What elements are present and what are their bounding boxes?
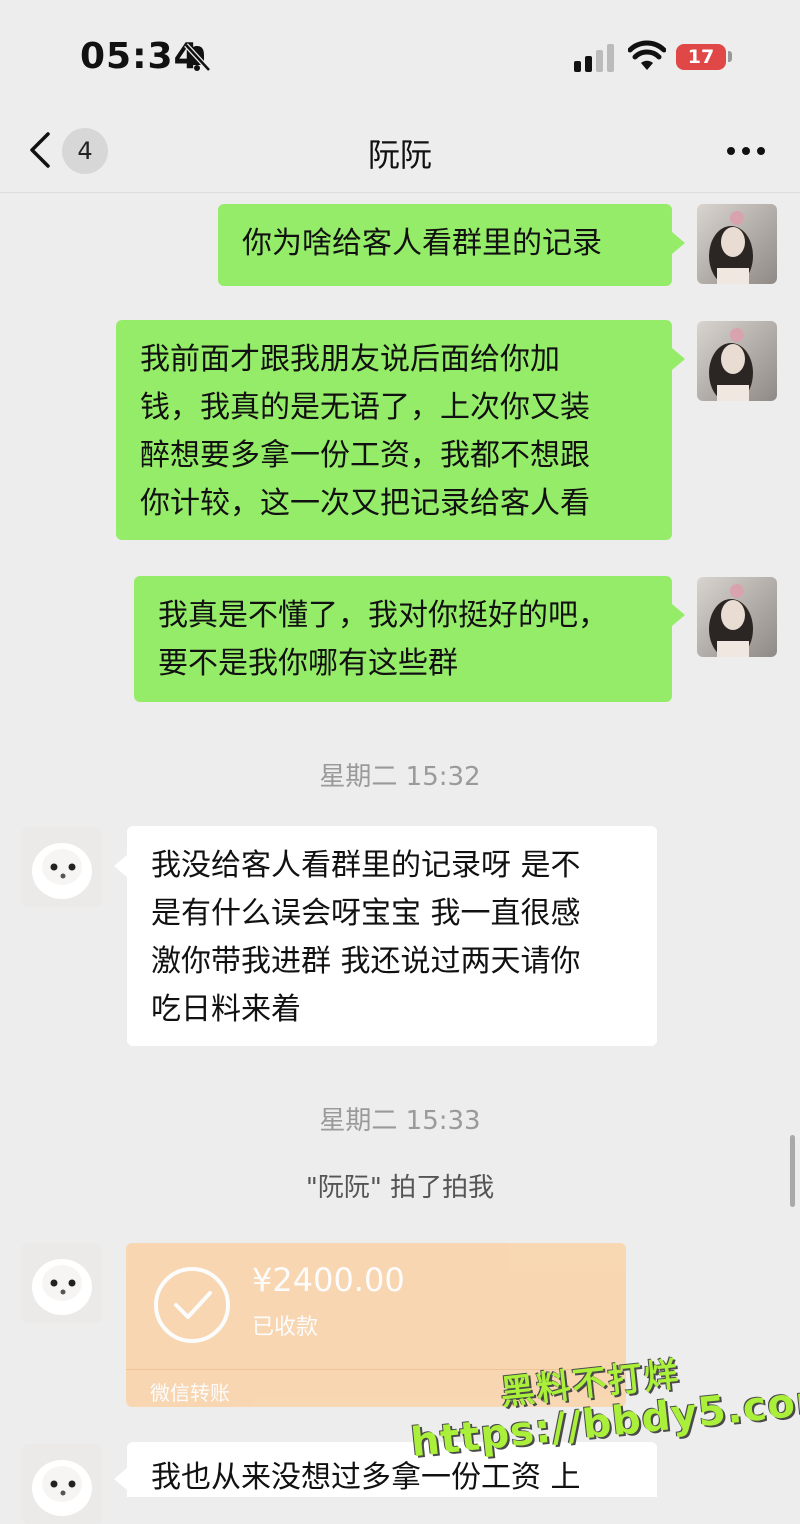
message-line: 我前面才跟我朋友说后面给你加 [140,342,560,377]
contact-avatar[interactable] [22,827,102,907]
transfer-status: 已收款 [252,1315,319,1340]
outgoing-bubble[interactable]: 我前面才跟我朋友说后面给你加 钱，我真的是无语了，上次你又装 醉想要多拿一份工资… [116,320,672,540]
message-line: 钱，我真的是无语了，上次你又装 [140,390,590,425]
incoming-bubble[interactable]: 我没给客人看群里的记录呀 是不 是有什么误会呀宝宝 我一直很感 激你带我进群 我… [127,826,657,1046]
bubble-tail [672,604,685,626]
message-line: 醉想要多拿一份工资，我都不想跟 [140,438,590,473]
timestamp: 星期二 15:33 [319,1106,481,1136]
my-avatar[interactable] [697,321,777,401]
message-line: 是有什么误会呀宝宝 我一直很感 [151,896,581,931]
message-line: 要不是我你哪有这些群 [158,646,458,681]
contact-avatar[interactable] [22,1243,102,1323]
signal-icon [574,44,614,72]
wifi-icon [628,40,666,70]
message-line: 我真是不懂了，我对你挺好的吧， [158,598,608,633]
message-line: 我也从来没想过多拿一份工资 上 [151,1460,581,1495]
my-avatar[interactable] [697,577,777,657]
bell-slash-icon [184,43,211,72]
transfer-footer: 微信转账 [150,1381,230,1405]
message-line: 吃日料来着 [151,992,301,1027]
timestamp: 星期二 15:32 [319,762,481,792]
outgoing-bubble[interactable]: 你为啥给客人看群里的记录 [218,204,672,286]
contact-avatar[interactable] [22,1444,102,1524]
incoming-bubble[interactable]: 我也从来没想过多拿一份工资 上 [127,1442,657,1497]
my-avatar[interactable] [697,204,777,284]
check-circle-icon [154,1267,230,1343]
bubble-tail [672,348,685,370]
scrollbar[interactable] [790,1135,795,1207]
bubble-tail [114,1468,127,1490]
message-line: 你为啥给客人看群里的记录 [242,226,602,261]
outgoing-bubble[interactable]: 我真是不懂了，我对你挺好的吧， 要不是我你哪有这些群 [134,576,672,702]
message-line: 你计较，这一次又把记录给客人看 [140,486,590,521]
message-line: 我没给客人看群里的记录呀 是不 [151,848,581,883]
transfer-amount: ¥2400.00 [252,1261,405,1299]
message-line: 激你带我进群 我还说过两天请你 [151,944,581,979]
battery-icon: 17 [676,44,726,70]
more-icon[interactable] [726,146,766,156]
pat-system-message: "阮阮" 拍了拍我 [305,1173,495,1203]
status-bar: 05:34 17 [0,0,800,110]
bubble-tail [672,232,685,254]
battery-nub [728,51,732,62]
bubble-tail [114,855,127,877]
chat-title: 阮阮 [367,136,432,174]
chat-header: 4 阮阮 [0,110,800,193]
